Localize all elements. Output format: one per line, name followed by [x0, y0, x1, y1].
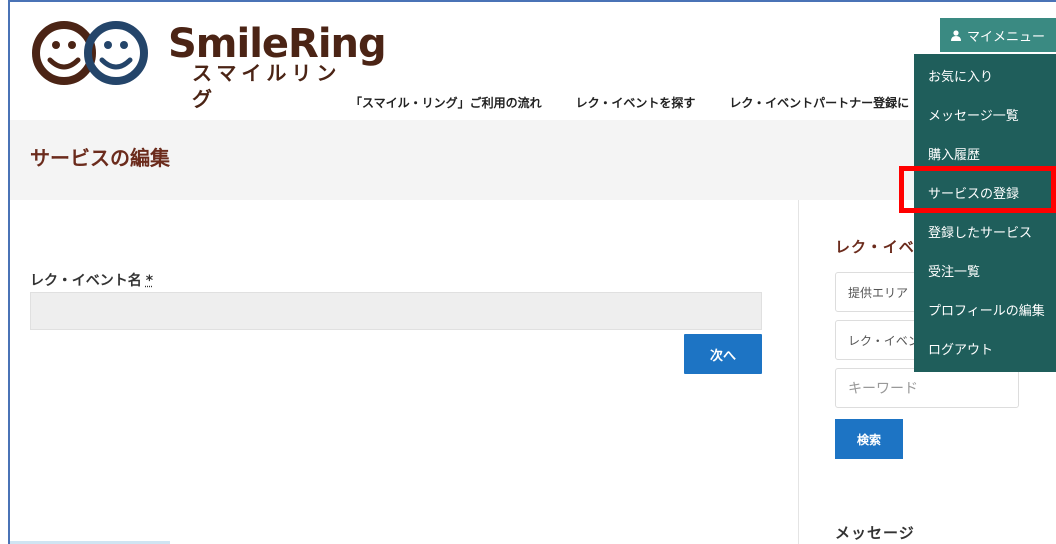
my-menu-dropdown: お気に入り メッセージ一覧 購入履歴 サービスの登録 登録したサービス 受注一覧…	[914, 54, 1056, 372]
nav-usage-flow[interactable]: 「スマイル・リング」ご利用の流れ	[350, 94, 542, 118]
menu-item-purchase-history[interactable]: 購入履歴	[928, 144, 980, 163]
event-name-label: レク・イベント名 *	[30, 270, 153, 290]
message-heading: メッセージ	[835, 524, 915, 542]
my-menu-label: マイメニュー	[966, 29, 1045, 45]
menu-item-orders[interactable]: 受注一覧	[928, 261, 980, 280]
site-header: SmileRing スマイルリング 「スマイル・リング」ご利用の流れ レク・イベ…	[10, 2, 1056, 120]
event-name-label-text: レク・イベント名	[30, 273, 142, 289]
main-content: レク・イベント名 * 次へ	[10, 200, 798, 544]
keyword-input[interactable]: キーワード	[835, 368, 1019, 408]
highlight-box	[899, 166, 1056, 213]
event-name-input[interactable]	[30, 292, 762, 330]
next-button[interactable]: 次へ	[684, 334, 762, 374]
sidebar-search-heading: レク・イベ	[835, 238, 915, 256]
menu-item-edit-profile[interactable]: プロフィールの編集	[928, 300, 1045, 319]
nav-find-events[interactable]: レク・イベントを探す	[576, 94, 696, 118]
required-mark: *	[145, 273, 154, 289]
menu-item-messages[interactable]: メッセージ一覧	[928, 105, 1019, 124]
site-logo[interactable]: SmileRing スマイルリング	[30, 18, 387, 111]
main-nav: 「スマイル・リング」ご利用の流れ レク・イベントを探す レク・イベントパートナー…	[350, 94, 909, 118]
menu-item-logout[interactable]: ログアウト	[928, 339, 993, 358]
page: SmileRing スマイルリング 「スマイル・リング」ご利用の流れ レク・イベ…	[0, 0, 1056, 544]
menu-item-registered-services[interactable]: 登録したサービス	[928, 222, 1032, 241]
logo-text-japanese: スマイルリング	[192, 61, 342, 111]
user-icon	[950, 29, 961, 41]
nav-partner-registration[interactable]: レク・イベントパートナー登録に	[729, 94, 909, 118]
menu-item-favorites[interactable]: お気に入り	[928, 66, 993, 85]
search-button[interactable]: 検索	[835, 419, 903, 459]
smile-ring-logo-icon	[32, 21, 148, 85]
my-menu-button[interactable]: マイメニュー	[940, 18, 1056, 52]
page-title: サービスの編集	[30, 146, 170, 170]
